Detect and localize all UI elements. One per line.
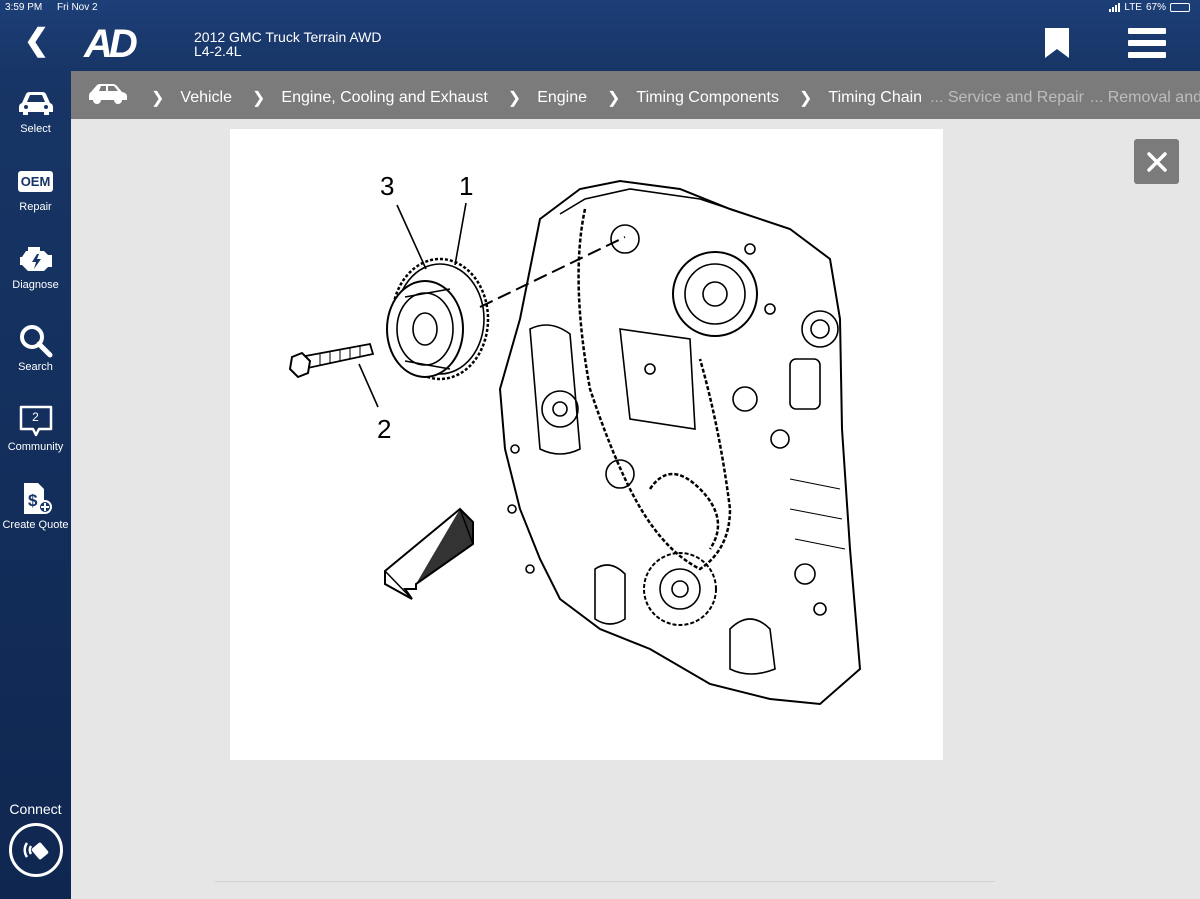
breadcrumb-item-vehicle[interactable]: Vehicle [180, 89, 232, 107]
callout-2: 2 [377, 414, 391, 444]
close-icon [1146, 151, 1167, 172]
close-figure-button[interactable] [1134, 139, 1179, 184]
oem-icon-text: OEM [17, 170, 54, 192]
vehicle-engine: L4-2.4L [194, 43, 242, 59]
sidebar-item-select[interactable]: Select [0, 87, 71, 135]
sidebar-item-label: Diagnose [12, 279, 59, 291]
car-icon [0, 87, 71, 119]
battery-icon [1170, 3, 1190, 12]
sidebar-item-search[interactable]: Search [0, 325, 71, 373]
sidebar-item-diagnose[interactable]: Diagnose [0, 243, 71, 291]
sidebar-item-community[interactable]: 2 Community [0, 405, 71, 453]
breadcrumb-item-service-repair[interactable]: ... Service and Repair [930, 89, 1084, 107]
bookmark-icon[interactable] [1043, 28, 1071, 63]
network-label: LTE [1124, 2, 1142, 13]
breadcrumb-item-engine-cooling-exhaust[interactable]: Engine, Cooling and Exhaust [281, 89, 487, 107]
status-time: 3:59 PM [5, 2, 43, 13]
svg-text:$: $ [28, 491, 38, 510]
breadcrumb: ❯ Vehicle ❯ Engine, Cooling and Exhaust … [71, 71, 1200, 119]
chevron-right-icon: ❯ [252, 90, 266, 107]
sidebar-item-label: Search [18, 361, 53, 373]
breadcrumb-item-engine[interactable]: Engine [537, 89, 587, 107]
callout-3: 3 [380, 171, 394, 201]
sidebar-item-create-quote[interactable]: $ Create Quote [0, 483, 71, 531]
app-header: 3:59 PM Fri Nov 2 LTE 67% ❮ AD 2012 GMC … [0, 0, 1200, 71]
chevron-right-icon: ❯ [799, 90, 813, 107]
chat-icon: 2 [0, 405, 71, 437]
sidebar-item-repair[interactable]: OEM Repair [0, 165, 71, 213]
vehicle-info[interactable]: 2012 GMC Truck Terrain AWD L4-2.4L [194, 30, 382, 58]
status-right: LTE 67% [1109, 2, 1190, 13]
sidebar-item-label: Create Quote [2, 519, 69, 531]
quote-icon: $ [0, 483, 71, 515]
app-logo: AD [84, 22, 138, 66]
hamburger-menu-icon[interactable] [1128, 28, 1166, 58]
chevron-right-icon: ❯ [507, 90, 522, 107]
sidebar-item-label: Repair [19, 201, 52, 213]
connect-section[interactable]: Connect [0, 801, 71, 877]
sidebar-item-label: Community [7, 441, 64, 453]
sidebar-item-label: Select [20, 123, 51, 135]
divider [215, 881, 995, 882]
breadcrumb-trail: ❯ Vehicle ❯ Engine, Cooling and Exhaust … [151, 88, 1200, 108]
vehicle-name: 2012 GMC Truck Terrain AWD [194, 29, 382, 45]
breadcrumb-home-car-icon[interactable] [87, 83, 129, 110]
breadcrumb-item-removal[interactable]: ... Removal and R [1090, 89, 1200, 107]
oem-icon: OEM [0, 165, 71, 197]
search-icon [0, 325, 71, 358]
chevron-right-icon: ❯ [607, 90, 621, 107]
battery-percent: 67% [1145, 2, 1166, 13]
connect-label: Connect [9, 801, 62, 817]
status-date: Fri Nov 2 [57, 2, 98, 13]
community-badge: 2 [32, 410, 39, 424]
connect-icon[interactable] [8, 823, 63, 877]
chevron-right-icon: ❯ [151, 90, 165, 107]
engine-icon [0, 243, 71, 275]
engine-timing-diagram: 3 1 2 [288, 171, 862, 706]
callout-1: 1 [459, 171, 473, 201]
breadcrumb-item-timing-chain[interactable]: Timing Chain [828, 89, 922, 107]
diagram-figure: 3 1 2 [230, 129, 943, 760]
sidebar: Select OEM Repair Diagnose Search 2 Comm… [0, 71, 71, 899]
back-chevron-icon[interactable]: ❮ [24, 26, 49, 56]
status-bar: 3:59 PM Fri Nov 2 LTE 67% [5, 2, 1190, 16]
signal-icon [1109, 3, 1121, 12]
breadcrumb-item-timing-components[interactable]: Timing Components [636, 89, 779, 107]
